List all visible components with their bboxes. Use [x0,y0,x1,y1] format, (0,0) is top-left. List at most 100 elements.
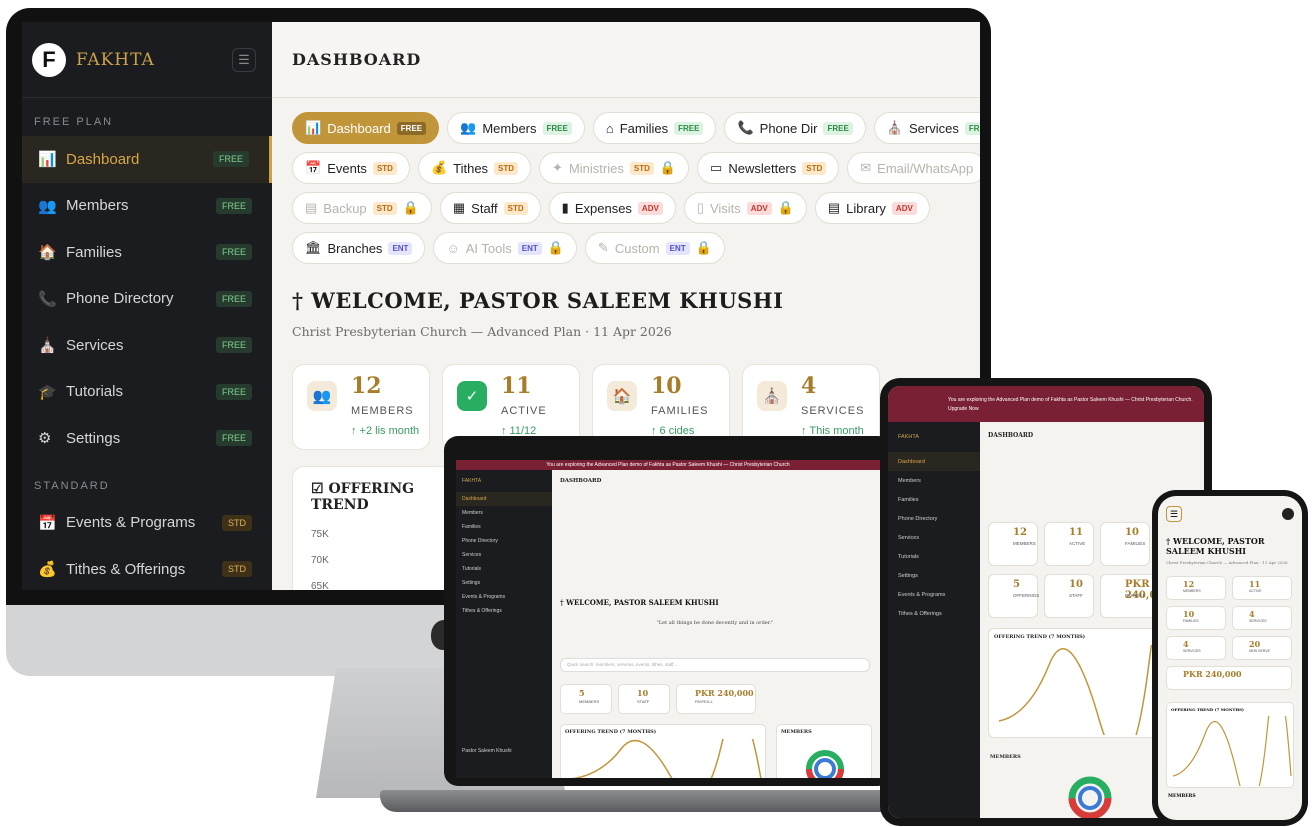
sidebar-item-phone-directory[interactable]: Phone Directory [888,509,980,528]
module-phone-dir[interactable]: 📞 Phone Dir FREE [724,112,866,144]
module-members[interactable]: 👥 Members FREE [447,112,585,144]
stat-card[interactable]: 11 ACTIVE [1232,576,1292,600]
staff-icon: ▦ [452,200,466,215]
sidebar-item-dashboard[interactable]: Dashboard [888,452,980,471]
y-tick: 75K [311,529,329,540]
sidebar-item-families[interactable]: 🏠 Families FREE [22,229,272,276]
sidebar-item-tutorials[interactable]: 🎓 Tutorials FREE [22,369,272,416]
scripture-quote: "Let all things be done decently and in … [656,620,774,626]
stat-card[interactable]: 4 SERVICES [1166,636,1226,660]
trend-line-chart [572,711,762,778]
sidebar-item-services[interactable]: ⛪ Services FREE [22,322,272,369]
sidebar-item-members[interactable]: Members [456,506,552,520]
module-staff[interactable]: ▦ Staff STD [439,192,541,224]
trend-line-chart [1172,680,1292,806]
sidebar-item-settings[interactable]: Settings [888,566,980,585]
menu-toggle-icon[interactable]: ☰ [232,48,256,72]
menu-toggle-icon[interactable]: ☰ [1166,506,1182,522]
stat-card[interactable]: 10 FAMILIES [1100,522,1150,566]
plan-tag: FREE [823,121,853,135]
module-dashboard[interactable]: 📊 Dashboard FREE [292,112,440,144]
stat-card[interactable]: 10 STAFF [1044,574,1094,618]
sidebar-item-phone-directory[interactable]: 📞 Phone Directory FREE [22,276,272,323]
sidebar-item-services[interactable]: Services [888,528,980,547]
members-donut-chart [1068,776,1112,818]
module-ministries[interactable]: ✦ Ministries STD 🔒 [539,152,690,184]
trend-line [572,711,762,778]
sidebar-item-label: Tithes & Offerings [66,560,186,578]
logo[interactable]: F [32,42,66,77]
plan-badge: FREE [215,383,252,400]
stat-card[interactable]: 12 MEMBERS [1166,576,1226,600]
sidebar-item-dashboard[interactable]: Dashboard [456,492,552,506]
module-branches[interactable]: 🏛 Branches ENT [292,232,426,264]
sidebar-item-tithes[interactable]: Tithes & Offerings [888,604,980,623]
search-input[interactable]: Quick search: members, services, events,… [560,658,870,672]
stat-label: MEMBERS [1183,589,1201,593]
offering-trend-card: OFFERING TREND (7 MONTHS) [560,711,766,778]
module-visits[interactable]: ▯ Visits ADV 🔒 [683,192,807,224]
sidebar-item-tithes[interactable]: 💰 Tithes & Offerings STD [22,546,272,590]
people-icon: 👥 [38,197,57,215]
stat-card[interactable]: 12 MEMBERS [988,522,1038,566]
sidebar-item-settings[interactable]: ⚙ Settings FREE [22,415,272,462]
library-icon: ▤ [827,200,841,215]
brand-name: FAKHTA [462,478,482,484]
page-title: DASHBOARD [292,50,422,69]
church-icon: ⛪ [38,337,57,355]
sidebar-item-events[interactable]: Events & Programs [888,585,980,604]
module-backup[interactable]: ▤ Backup STD 🔒 [292,192,432,224]
stat-card-members[interactable]: 👥 12 MEMBERS ↑ +2 lis month [292,364,430,450]
sidebar-item-members[interactable]: Members [888,471,980,490]
stat-card[interactable]: 5 OFFERINGS [988,574,1039,618]
stat-card[interactable]: 5 MEMBERS [560,684,612,714]
module-ai-tools[interactable]: ☺ AI Tools ENT 🔒 [433,232,577,264]
module-services[interactable]: ⛪ Services FREE [873,112,980,144]
module-families[interactable]: ⌂ Families FREE [592,112,717,144]
sidebar-item-events[interactable]: 📅 Events & Programs STD [22,500,272,547]
module-label: Staff [471,200,498,216]
card-title: MEMBERS [990,754,1021,760]
plan-tag: STD [372,161,397,175]
expenses-icon: ▮ [561,200,569,215]
module-library[interactable]: ▤ Library ADV [814,192,930,224]
module-expenses[interactable]: ▮ Expenses ADV [548,192,676,224]
sidebar-item-families[interactable]: Families [456,520,552,534]
page-title: DASHBOARD [988,432,1034,439]
offering-trend-card: OFFERING TREND (7 MONTHS) [1166,680,1294,806]
stat-card[interactable]: 4 SERVICES [1232,606,1292,630]
module-label: Branches [327,240,383,256]
sidebar-item-families[interactable]: Families [888,490,980,509]
church-icon: ⛪ [757,381,787,411]
sidebar-item-tutorials[interactable]: Tutorials [456,562,552,576]
module-events[interactable]: 📅 Events STD [292,152,410,184]
sidebar-item-members[interactable]: 👥 Members FREE [22,183,272,230]
module-custom[interactable]: ✎ Custom ENT 🔒 [584,232,725,264]
sidebar-item-events[interactable]: Events & Programs [456,590,552,604]
plan-tag: FREE [674,121,704,135]
sidebar-item-tutorials[interactable]: Tutorials [888,547,980,566]
stat-card[interactable]: 20 NEW SERVE [1232,636,1292,660]
module-email-whatsapp[interactable]: ✉ Email/WhatsApp [847,152,980,184]
message-icon: ✉ [860,160,872,175]
chart-icon: ☑ [311,481,329,497]
sidebar-item-phone-directory[interactable]: Phone Directory [456,534,552,548]
sidebar-item-dashboard[interactable]: 📊 Dashboard FREE [22,136,272,183]
stat-card[interactable]: 11 ACTIVE [1044,522,1094,566]
payroll-card[interactable]: PKR 240,000 [1166,666,1292,690]
avatar[interactable] [1282,508,1294,520]
module-tithes[interactable]: 💰 Tithes STD [417,152,532,184]
stat-card[interactable]: 10 STAFF [618,684,670,714]
stat-card[interactable]: 10 FAMILIES [1166,606,1226,630]
sidebar-item-label: Phone Directory [66,290,174,308]
sidebar-item-settings[interactable]: Settings [456,576,552,590]
sidebar-item-services[interactable]: Services [456,548,552,562]
lock-icon: 🔒 [777,200,794,215]
sidebar-item-tithes[interactable]: Tithes & Offerings [456,604,552,618]
sidebar-item-label: Dashboard [66,150,140,168]
stat-value: 12 [1013,527,1027,538]
module-newsletters[interactable]: ▭ Newsletters STD [697,152,840,184]
user-name[interactable]: Pastor Saleem Khushi [456,744,552,758]
pencil-icon: ✎ [597,240,609,255]
stat-card[interactable]: PKR 240,000 PAYROLL [676,684,756,714]
